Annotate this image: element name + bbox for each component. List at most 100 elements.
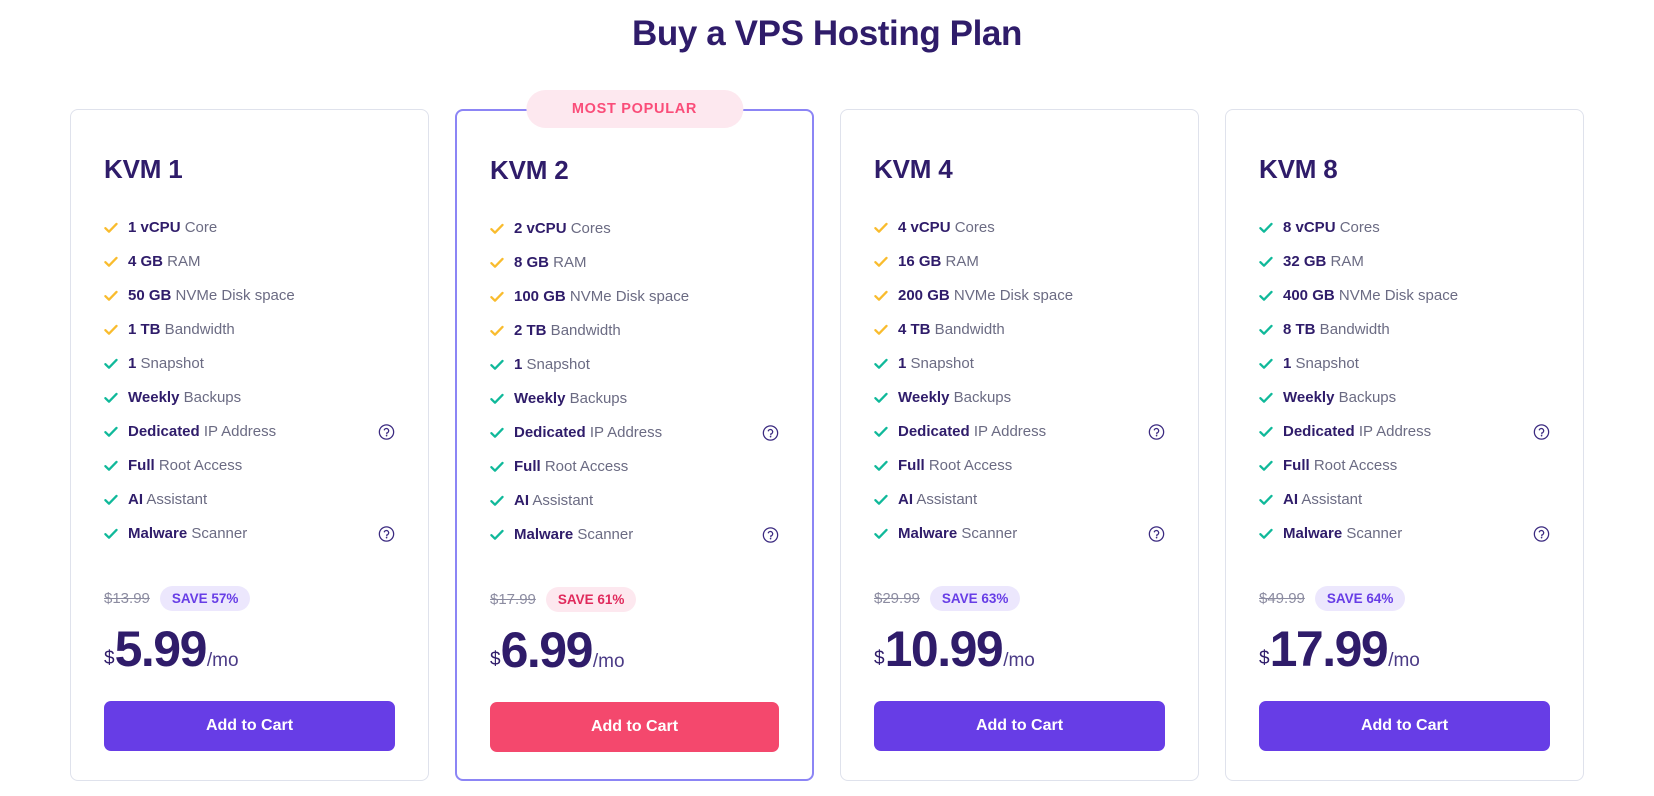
save-badge: SAVE 61% <box>545 586 637 612</box>
feature-description: Backups <box>1334 389 1397 406</box>
feature-label: Dedicated IP Address <box>514 423 662 443</box>
currency-symbol: $ <box>490 649 501 670</box>
feature-description: IP Address <box>969 423 1047 440</box>
feature-item: Malware Scanner <box>874 517 1165 551</box>
add-to-cart-button[interactable]: Add to Cart <box>1259 701 1550 751</box>
feature-label: 16 GB RAM <box>898 252 979 272</box>
feature-description: Root Access <box>154 457 243 474</box>
feature-description: Scanner <box>573 526 634 543</box>
help-circle-icon[interactable] <box>1533 526 1550 543</box>
pricing-card-kvm-1: KVM 1 1 vCPU Core 4 GB RAM 50 GB NVMe Disk … <box>70 109 429 781</box>
feature-value: Weekly <box>128 389 180 406</box>
feature-label: 8 TB Bandwidth <box>1283 320 1390 340</box>
feature-item: 1 TB Bandwidth <box>104 313 395 347</box>
feature-item: Malware Scanner <box>1259 517 1550 551</box>
check-icon <box>1259 459 1273 473</box>
check-icon <box>104 255 118 269</box>
feature-description: NVMe Disk space <box>949 287 1074 304</box>
add-to-cart-button[interactable]: Add to Cart <box>104 701 395 751</box>
feature-description: Cores <box>566 220 611 237</box>
feature-value: 200 GB <box>898 287 950 304</box>
feature-label: Full Root Access <box>128 456 242 476</box>
check-icon <box>1259 357 1273 371</box>
currency-symbol: $ <box>104 648 115 669</box>
feature-value: 8 GB <box>514 254 550 271</box>
check-icon <box>490 460 504 474</box>
add-to-cart-button[interactable]: Add to Cart <box>490 702 779 752</box>
feature-item: AI Assistant <box>104 483 395 517</box>
feature-description: Assistant <box>143 491 208 508</box>
feature-value: Full <box>898 457 925 474</box>
check-icon <box>1259 527 1273 541</box>
add-to-cart-button[interactable]: Add to Cart <box>874 701 1165 751</box>
check-icon <box>490 494 504 508</box>
feature-description: IP Address <box>1354 423 1432 440</box>
feature-value: 1 TB <box>128 321 161 338</box>
check-icon <box>490 222 504 236</box>
plan-name: KVM 4 <box>874 154 953 184</box>
check-icon <box>104 493 118 507</box>
feature-value: Full <box>1283 457 1310 474</box>
check-icon <box>104 357 118 371</box>
help-circle-icon[interactable] <box>378 526 395 543</box>
feature-value: 8 vCPU <box>1283 219 1336 236</box>
feature-item: 4 vCPU Cores <box>874 211 1165 245</box>
feature-description: IP Address <box>199 423 277 440</box>
feature-value: Full <box>128 457 155 474</box>
pricing-card-kvm-8: KVM 8 8 vCPU Cores 32 GB RAM 400 GB NVMe Di… <box>1225 109 1584 781</box>
feature-item: AI Assistant <box>490 484 779 518</box>
most-popular-badge: MOST POPULAR <box>525 90 744 128</box>
feature-description: Backups <box>565 390 628 407</box>
price-block: $17.99 SAVE 61% $6.99/mo <box>490 585 779 675</box>
check-icon <box>874 289 888 303</box>
check-icon <box>104 221 118 235</box>
help-circle-icon[interactable] <box>762 425 779 442</box>
feature-value: Dedicated <box>514 424 586 441</box>
feature-value: AI <box>128 491 143 508</box>
help-circle-icon[interactable] <box>1148 424 1165 441</box>
feature-value: 50 GB <box>128 287 172 304</box>
feature-value: Full <box>514 458 541 475</box>
feature-item: AI Assistant <box>874 483 1165 517</box>
check-icon <box>874 425 888 439</box>
feature-description: Root Access <box>1309 457 1398 474</box>
currency-symbol: $ <box>1259 648 1270 669</box>
price-current: $10.99/mo <box>874 624 1165 674</box>
feature-item: 200 GB NVMe Disk space <box>874 279 1165 313</box>
feature-description: Snapshot <box>136 355 204 372</box>
price-old: $17.99 <box>490 590 536 608</box>
check-icon <box>1259 289 1273 303</box>
check-icon <box>104 425 118 439</box>
save-badge: SAVE 63% <box>929 585 1021 611</box>
feature-item: 50 GB NVMe Disk space <box>104 279 395 313</box>
feature-value: Weekly <box>514 390 566 407</box>
feature-description: Backups <box>949 389 1012 406</box>
feature-description: Snapshot <box>1291 355 1359 372</box>
feature-value: Malware <box>898 525 958 542</box>
plan-name: KVM 8 <box>1259 154 1338 184</box>
feature-item: Weekly Backups <box>104 381 395 415</box>
help-circle-icon[interactable] <box>378 424 395 441</box>
help-circle-icon[interactable] <box>762 527 779 544</box>
feature-value: 16 GB <box>898 253 942 270</box>
price-old: $49.99 <box>1259 589 1305 607</box>
feature-value: Malware <box>128 525 188 542</box>
check-icon <box>1259 221 1273 235</box>
feature-description: Cores <box>950 219 995 236</box>
price-old-row: $17.99 SAVE 61% <box>490 585 779 613</box>
feature-description: Assistant <box>529 492 594 509</box>
feature-value: Dedicated <box>898 423 970 440</box>
feature-description: Root Access <box>924 457 1013 474</box>
help-circle-icon[interactable] <box>1533 424 1550 441</box>
price-old-row: $49.99 SAVE 64% <box>1259 584 1550 612</box>
check-icon <box>490 324 504 338</box>
price-block: $49.99 SAVE 64% $17.99/mo <box>1259 584 1550 674</box>
feature-value: Malware <box>514 526 574 543</box>
price-amount: 10.99 <box>884 621 1004 677</box>
feature-item: Malware Scanner <box>490 518 779 552</box>
feature-description: Assistant <box>913 491 978 508</box>
feature-description: NVMe Disk space <box>171 287 295 304</box>
check-icon <box>1259 493 1273 507</box>
feature-label: Weekly Backups <box>514 389 627 409</box>
help-circle-icon[interactable] <box>1148 526 1165 543</box>
